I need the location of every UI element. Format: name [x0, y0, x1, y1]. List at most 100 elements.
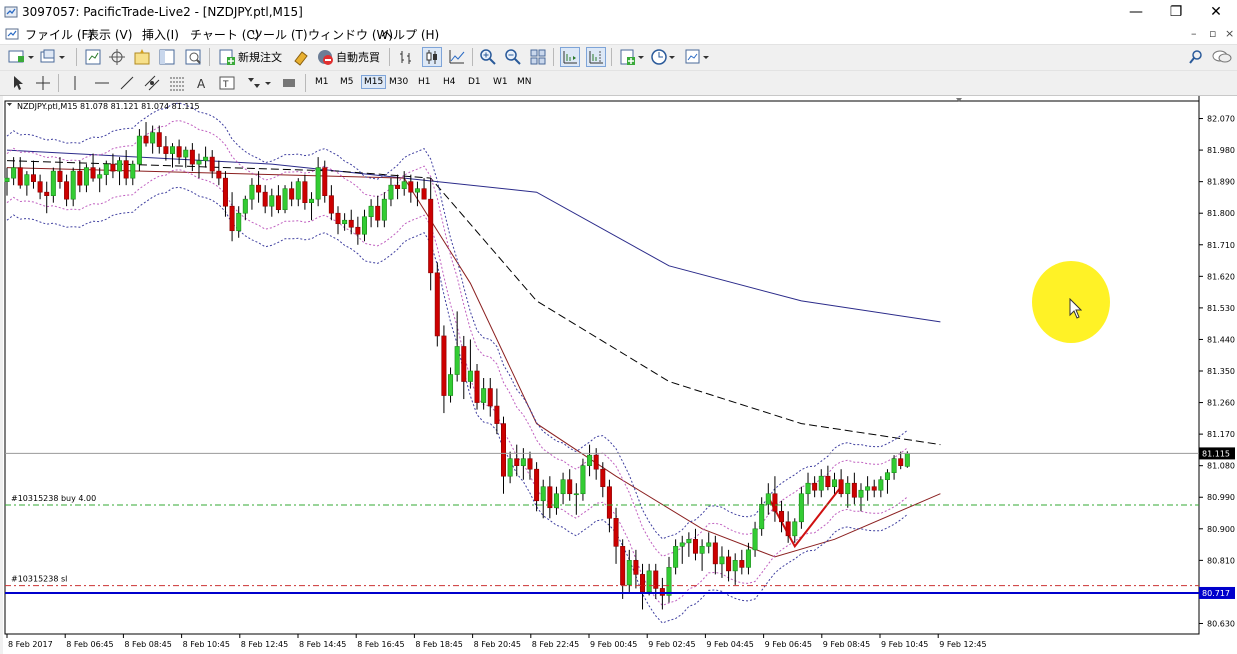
current-price-label: 81.115 [1202, 449, 1230, 458]
menu-bar: ファイル (F) 表示 (V) 挿入(I) チャート (C) ツール (T) ウ… [0, 24, 1237, 44]
metaeditor-button[interactable] [292, 48, 310, 66]
y-tick-label: 81.530 [1207, 304, 1235, 313]
mdi-close-button[interactable]: × [1225, 27, 1234, 40]
channel-icon [144, 75, 160, 91]
x-tick-label: 9 Feb 04:45 [706, 640, 753, 649]
navigator-button[interactable] [133, 48, 151, 66]
vertical-line-tool[interactable] [68, 74, 82, 92]
minimize-button[interactable]: — [1121, 2, 1151, 22]
candle [593, 454, 599, 470]
candle [626, 560, 632, 586]
candle [57, 170, 63, 182]
timeframe-w1[interactable]: W1 [491, 76, 510, 88]
mdi-minimize-button[interactable]: – [1191, 27, 1197, 40]
chart-window[interactable]: #10315238 buy 4.00 #10315238 sl 80.717 81.1… [3, 96, 1237, 654]
autoscroll-button[interactable] [560, 47, 580, 67]
bar-chart-button[interactable] [397, 48, 415, 66]
crosshair-tool[interactable] [34, 74, 52, 92]
menu-help[interactable]: ヘルプ (H) [381, 26, 439, 43]
candle [342, 219, 348, 225]
y-tick-label: 80.810 [1207, 556, 1235, 565]
candle [408, 181, 414, 193]
candle [11, 167, 17, 179]
timeframe-m30[interactable]: M30 [387, 76, 410, 88]
restore-button[interactable]: ❐ [1161, 2, 1191, 22]
candlestick-button[interactable] [422, 47, 442, 67]
terminal-button[interactable] [158, 48, 176, 66]
chart-window-icon[interactable] [5, 27, 19, 41]
candle [90, 167, 96, 179]
line-chart-button[interactable] [448, 48, 466, 66]
fibonacci-tool[interactable] [168, 74, 186, 92]
candle [699, 546, 705, 554]
menu-insert[interactable]: 挿入(I) [142, 26, 179, 43]
toolbar-separator [209, 48, 210, 66]
x-tick-label: 8 Feb 12:45 [241, 640, 288, 649]
zoom-in-icon [480, 49, 496, 65]
x-tick-label: 8 Feb 18:45 [415, 640, 462, 649]
chart-shift-button[interactable] [586, 47, 606, 67]
timeframe-mn[interactable]: MN [515, 76, 534, 88]
menu-file[interactable]: ファイル (F) [25, 26, 93, 43]
menu-view[interactable]: 表示 (V) [87, 26, 132, 43]
candle [4, 177, 10, 182]
candle [659, 588, 665, 596]
zoom-out-button[interactable] [504, 48, 522, 66]
candle [328, 195, 334, 214]
new-order-icon [219, 49, 235, 65]
auto-trading-button[interactable]: 自動売買 [316, 48, 380, 66]
channel-tool[interactable] [143, 74, 161, 92]
market-watch-button[interactable] [84, 48, 102, 66]
data-window-button[interactable] [108, 48, 126, 66]
mdi-restore-button[interactable]: ▫ [1209, 27, 1216, 40]
new-order-button[interactable]: 新規注文 [218, 48, 282, 66]
candle [514, 458, 520, 466]
text-label-tool[interactable]: T [218, 74, 236, 92]
menu-tools[interactable]: ツール (T) [251, 26, 308, 43]
candle [898, 458, 904, 466]
new-chart-button[interactable] [8, 48, 34, 66]
periods-button[interactable] [650, 48, 676, 66]
arrows-icon [248, 78, 271, 88]
timeframe-m1[interactable]: M1 [313, 76, 331, 88]
svg-text:T: T [222, 80, 229, 90]
arrows-tool[interactable] [245, 74, 273, 92]
zoom-in-button[interactable] [479, 48, 497, 66]
cursor-tool[interactable] [10, 74, 26, 92]
candle [851, 482, 857, 498]
price-chart[interactable]: #10315238 buy 4.00 #10315238 sl 80.717 81.1… [3, 96, 1237, 654]
market-watch-icon [85, 49, 101, 65]
trendline-tool[interactable] [118, 74, 136, 92]
crosshair-icon [36, 76, 50, 90]
horizontal-line-tool[interactable] [93, 74, 111, 92]
timeframe-h4[interactable]: H4 [441, 76, 458, 88]
menu-chart[interactable]: チャート (C) [190, 26, 259, 43]
strategy-tester-button[interactable] [184, 48, 202, 66]
candle [891, 458, 897, 473]
tile-windows-button[interactable] [529, 48, 547, 66]
candle [884, 472, 890, 481]
text-tool[interactable]: A [195, 74, 209, 92]
candle [865, 486, 871, 491]
close-button[interactable]: ✕ [1201, 2, 1231, 22]
candle [686, 539, 692, 544]
shapes-tool[interactable] [280, 74, 298, 92]
text-a-icon: A [197, 77, 206, 91]
candle [507, 458, 513, 477]
chat-icon [1212, 50, 1232, 63]
timeframe-d1[interactable]: D1 [466, 76, 483, 88]
metaeditor-icon [294, 51, 308, 66]
timeframe-m15[interactable]: M15 [361, 75, 387, 89]
indicators-button[interactable] [619, 48, 645, 66]
candle [302, 181, 308, 203]
chat-button[interactable] [1212, 48, 1232, 66]
timeframe-h1[interactable]: H1 [416, 76, 433, 88]
y-tick-label: 81.890 [1207, 178, 1235, 187]
templates-button[interactable] [684, 48, 710, 66]
candle [24, 174, 30, 186]
profiles-button[interactable] [40, 48, 66, 66]
toolbar-separator [553, 48, 554, 66]
x-tick-label: 9 Feb 00:45 [590, 640, 637, 649]
timeframe-m5[interactable]: M5 [338, 76, 356, 88]
search-button[interactable] [1188, 48, 1204, 66]
